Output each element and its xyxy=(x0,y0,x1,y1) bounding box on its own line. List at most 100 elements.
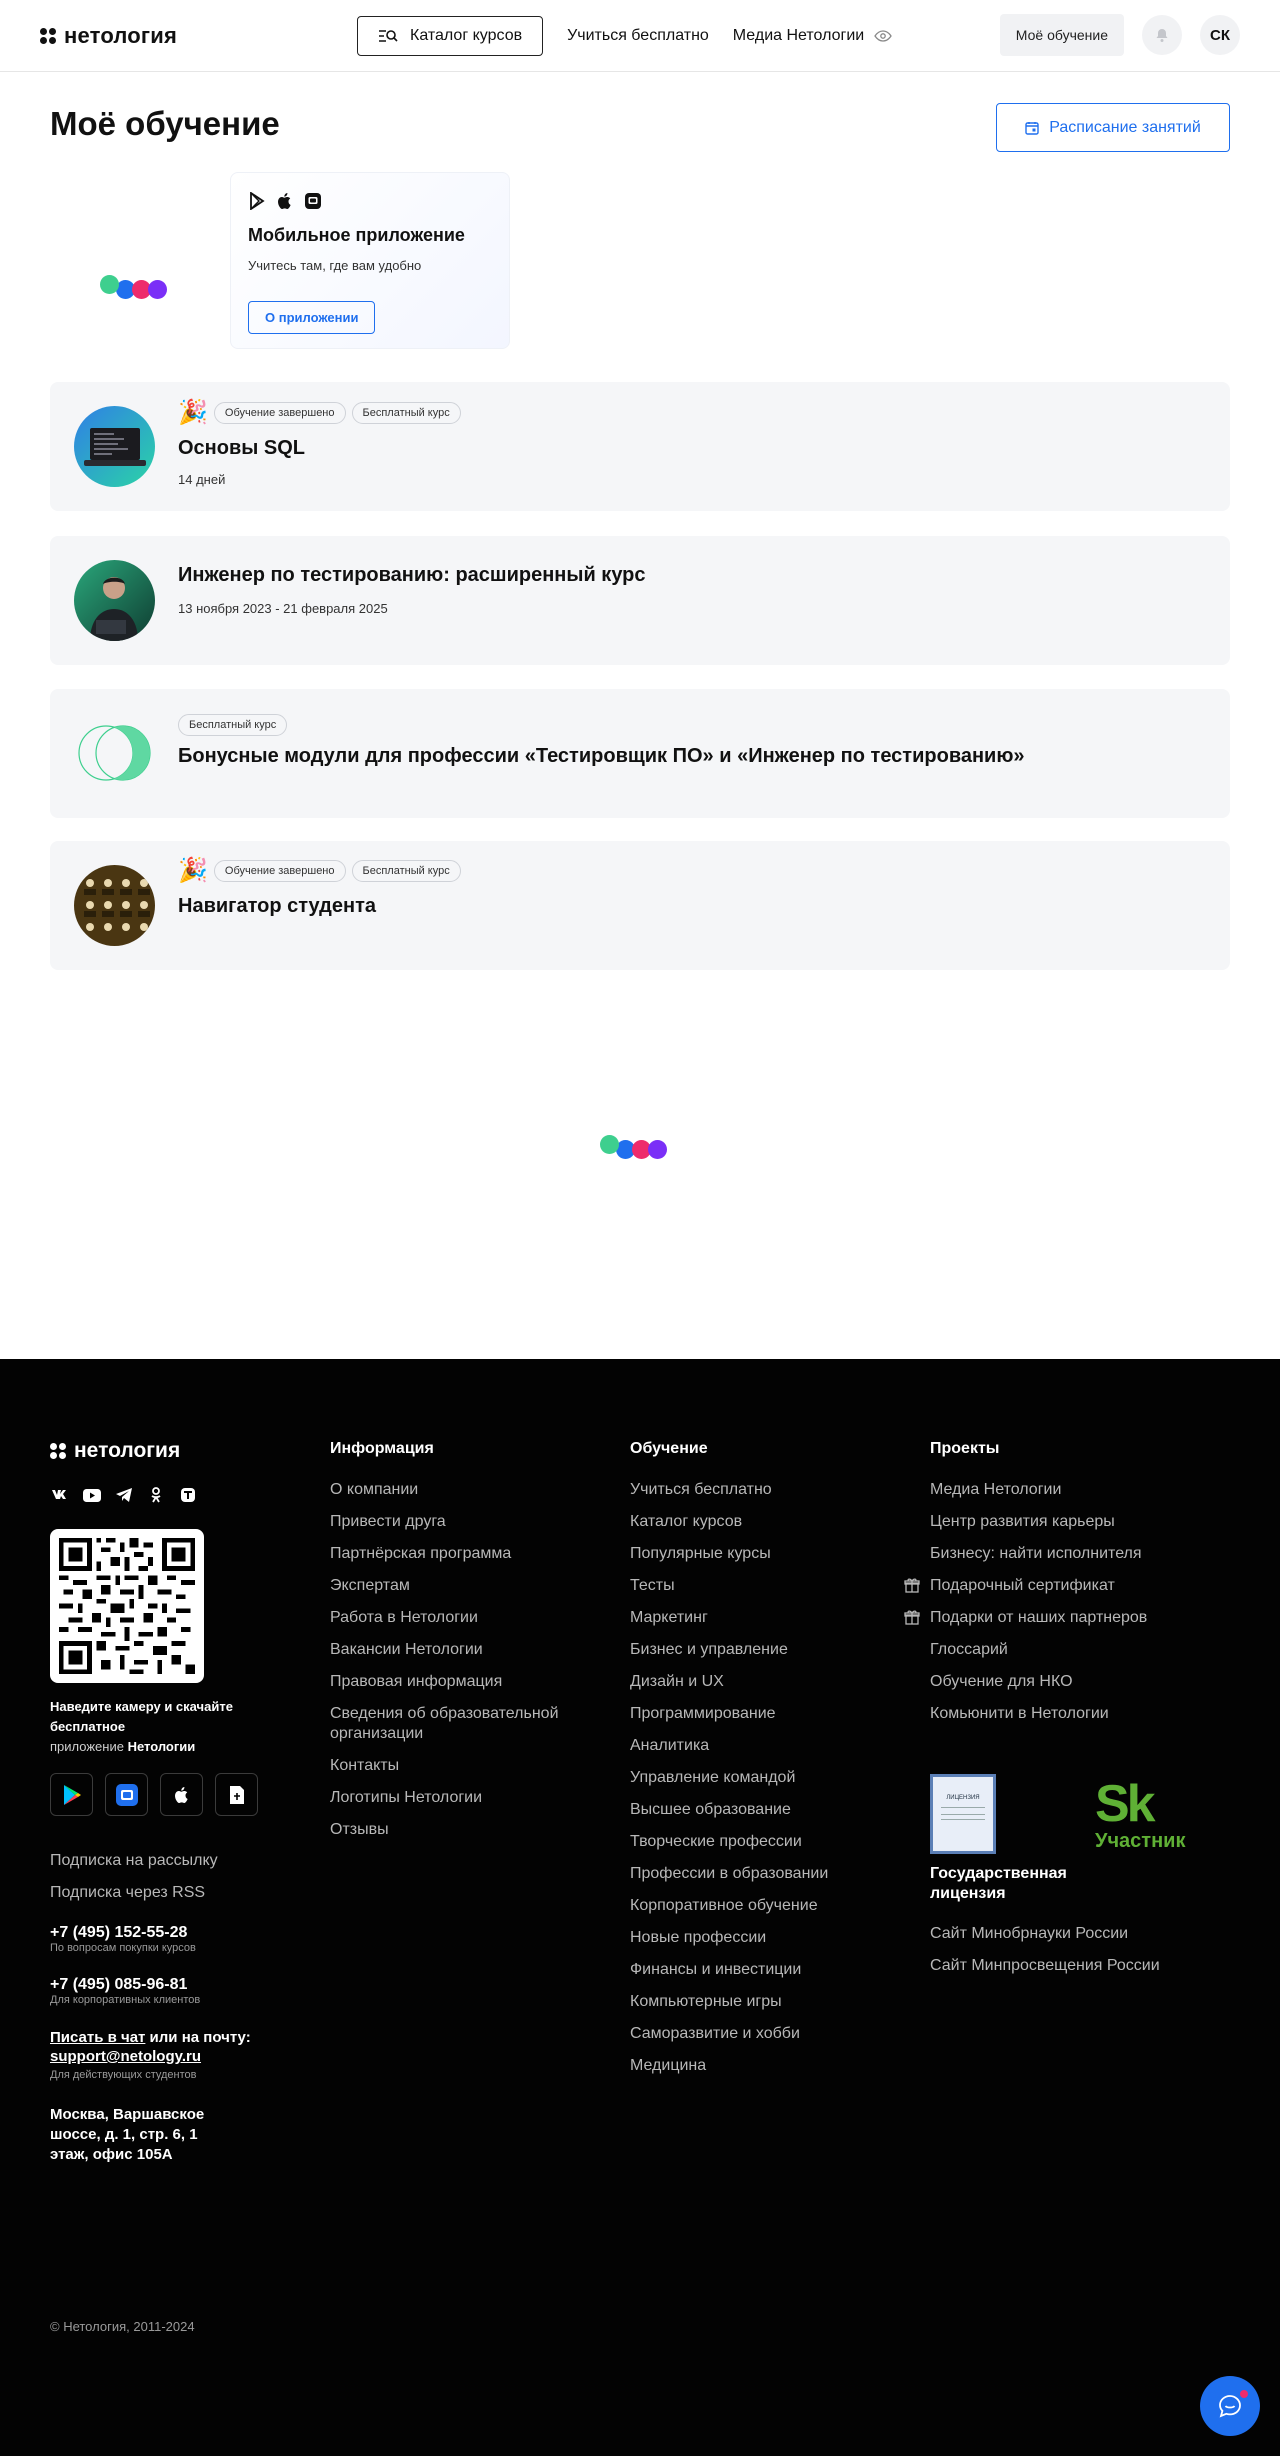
app-promo-subtitle: Учитесь там, где вам удобно xyxy=(248,258,422,273)
license-image[interactable]: ЛИЦЕНЗИЯ xyxy=(930,1774,996,1854)
apple-icon[interactable] xyxy=(276,192,294,210)
skolkovo-label: Участник xyxy=(1095,1830,1186,1852)
proj-link[interactable]: Подарочный сертификат xyxy=(904,1576,1230,1596)
tag-free: Бесплатный курс xyxy=(351,402,461,424)
tenchat-icon[interactable] xyxy=(178,1485,198,1505)
learn-link[interactable]: Маркетинг xyxy=(630,1608,890,1628)
catalog-label: Каталог курсов xyxy=(410,27,523,44)
office-address: Москва, Варшавское шоссе, д. 1, стр. 6, … xyxy=(50,2106,205,2163)
course-body: 🎉 Обучение завершено Бесплатный курс Осн… xyxy=(178,399,461,487)
apk-download-icon[interactable] xyxy=(215,1773,258,1816)
learn-link[interactable]: Профессии в образовании xyxy=(630,1864,890,1884)
nav-learn-free[interactable]: Учиться бесплатно xyxy=(567,27,709,45)
minobrnauki-link[interactable]: Сайт Минобрнауки России xyxy=(930,1924,1230,1944)
course-card-sql[interactable]: 🎉 Обучение завершено Бесплатный курс Осн… xyxy=(50,382,1230,511)
learn-link[interactable]: Корпоративное обучение xyxy=(630,1896,890,1916)
learn-link[interactable]: Тесты xyxy=(630,1576,890,1596)
learn-link[interactable]: Управление командой xyxy=(630,1768,890,1788)
youtube-icon[interactable] xyxy=(82,1485,102,1505)
chat-widget-button[interactable] xyxy=(1200,2376,1260,2436)
learn-link[interactable]: Финансы и инвестиции xyxy=(630,1960,890,1980)
learn-link[interactable]: Программирование xyxy=(630,1704,890,1724)
skolkovo-logo[interactable]: Sk Участник xyxy=(1095,1778,1185,1853)
learn-link[interactable]: Творческие профессии xyxy=(630,1832,890,1852)
about-app-button[interactable]: О приложении xyxy=(248,301,376,334)
info-link[interactable]: Правовая информация xyxy=(330,1672,590,1692)
info-link[interactable]: Сведения об образовательной организации xyxy=(330,1704,590,1744)
ministry-links: Сайт Минобрнауки России Сайт Минпросвеще… xyxy=(930,1924,1230,1976)
google-play-icon[interactable] xyxy=(248,192,266,210)
notifications-bell-icon[interactable] xyxy=(1142,15,1182,55)
schedule-button[interactable]: Расписание занятий xyxy=(996,103,1230,152)
telegram-icon[interactable] xyxy=(114,1485,134,1505)
vk-icon[interactable] xyxy=(50,1485,70,1505)
google-play-icon[interactable] xyxy=(50,1773,93,1816)
proj-link[interactable]: Центр развития карьеры xyxy=(930,1512,1230,1532)
proj-link[interactable]: Комьюнити в Нетологии xyxy=(930,1704,1230,1724)
store-icons xyxy=(248,191,492,211)
info-link[interactable]: Партнёрская программа xyxy=(330,1544,590,1564)
learn-link[interactable]: Бизнес и управление xyxy=(630,1640,890,1660)
learn-link[interactable]: Высшее образование xyxy=(630,1800,890,1820)
user-avatar[interactable]: СК xyxy=(1200,15,1240,55)
course-card-student-navigator[interactable]: 🎉 Обучение завершено Бесплатный курс Нав… xyxy=(50,841,1230,970)
odnoklassniki-icon[interactable] xyxy=(146,1485,166,1505)
rss-link[interactable]: Подписка через RSS xyxy=(50,1884,280,1902)
support-email-link[interactable]: support@netology.ru xyxy=(50,2048,201,2065)
my-learning-button[interactable]: Моё обучение xyxy=(999,14,1124,56)
info-link[interactable]: Работа в Нетологии xyxy=(330,1608,590,1628)
netology-logo[interactable]: нетология xyxy=(40,23,177,49)
footer-learning-col: Обучение Учиться бесплатно Каталог курсов… xyxy=(630,1440,890,2088)
catalog-button[interactable]: Каталог курсов xyxy=(357,16,544,56)
proj-link[interactable]: Бизнесу: найти исполнителя xyxy=(930,1544,1230,1564)
learn-link[interactable]: Дизайн и UX xyxy=(630,1672,890,1692)
proj-link[interactable]: Подарки от наших партнеров xyxy=(904,1608,1230,1628)
mobile-app-card: Мобильное приложение Учитесь там, где ва… xyxy=(230,172,510,349)
learn-link[interactable]: Компьютерные игры xyxy=(630,1992,890,2012)
learn-link[interactable]: Новые профессии xyxy=(630,1928,890,1948)
logo-mark-icon xyxy=(40,27,56,44)
info-link[interactable]: Экспертам xyxy=(330,1576,590,1596)
course-image-qa-engineer xyxy=(74,560,155,641)
learn-link[interactable]: Саморазвитие и хобби xyxy=(630,2024,890,2044)
phone-sales: +7 (495) 152-55-28 По вопросам покупки к… xyxy=(50,1924,280,1954)
loading-dots xyxy=(600,1135,667,1159)
nav-media[interactable]: Медиа Нетологии xyxy=(733,27,893,45)
info-link[interactable]: Отзывы xyxy=(330,1820,590,1840)
minprosvet-link[interactable]: Сайт Минпросвещения России xyxy=(930,1956,1230,1976)
learn-link[interactable]: Аналитика xyxy=(630,1736,890,1756)
info-list: О компании Привести друга Партнёрская прог… xyxy=(330,1480,590,1840)
course-image-sql xyxy=(74,406,155,487)
info-link[interactable]: О компании xyxy=(330,1480,590,1500)
learn-link[interactable]: Популярные курсы xyxy=(630,1544,890,1564)
learn-link[interactable]: Учиться бесплатно xyxy=(630,1480,890,1500)
rustore-icon[interactable] xyxy=(105,1773,148,1816)
qr-caption-1: Наведите камеру и скачайте бесплатное xyxy=(50,1699,233,1734)
proj-link[interactable]: Медиа Нетологии xyxy=(930,1480,1230,1500)
subscribe-link[interactable]: Подписка на рассылку xyxy=(50,1852,280,1870)
chat-link[interactable]: Писать в чат xyxy=(50,2029,145,2046)
course-body: Бесплатный курс Бонусные модули для проф… xyxy=(178,711,1025,768)
course-title: Инженер по тестированию: расширенный кур… xyxy=(178,564,646,586)
course-card-bonus-modules[interactable]: Бесплатный курс Бонусные модули для проф… xyxy=(50,689,1230,818)
proj-link[interactable]: Обучение для НКО xyxy=(930,1672,1230,1692)
license-title[interactable]: Государственная лицензия xyxy=(930,1864,1090,1904)
info-link[interactable]: Вакансии Нетологии xyxy=(330,1640,590,1660)
chat-bubble-icon xyxy=(1219,2395,1241,2418)
course-card-qa-engineer[interactable]: Инженер по тестированию: расширенный кур… xyxy=(50,536,1230,665)
info-link[interactable]: Логотипы Нетологии xyxy=(330,1788,590,1808)
phone-sales-number[interactable]: +7 (495) 152-55-28 xyxy=(50,1924,280,1942)
course-title: Бонусные модули для профессии «Тестировщ… xyxy=(178,745,1025,767)
apple-icon[interactable] xyxy=(160,1773,203,1816)
info-link[interactable]: Контакты xyxy=(330,1756,590,1776)
footer-logo[interactable]: нетология xyxy=(50,1439,280,1463)
course-image-bonus-modules xyxy=(74,713,155,794)
course-tags: Бесплатный курс xyxy=(178,711,1025,739)
learn-link[interactable]: Медицина xyxy=(630,2056,890,2076)
proj-link[interactable]: Глоссарий xyxy=(930,1640,1230,1660)
eye-icon xyxy=(874,30,893,42)
appgallery-icon[interactable] xyxy=(304,192,322,210)
info-link[interactable]: Привести друга xyxy=(330,1512,590,1532)
phone-corporate-number[interactable]: +7 (495) 085-96-81 xyxy=(50,1976,280,1994)
learn-link[interactable]: Каталог курсов xyxy=(630,1512,890,1532)
